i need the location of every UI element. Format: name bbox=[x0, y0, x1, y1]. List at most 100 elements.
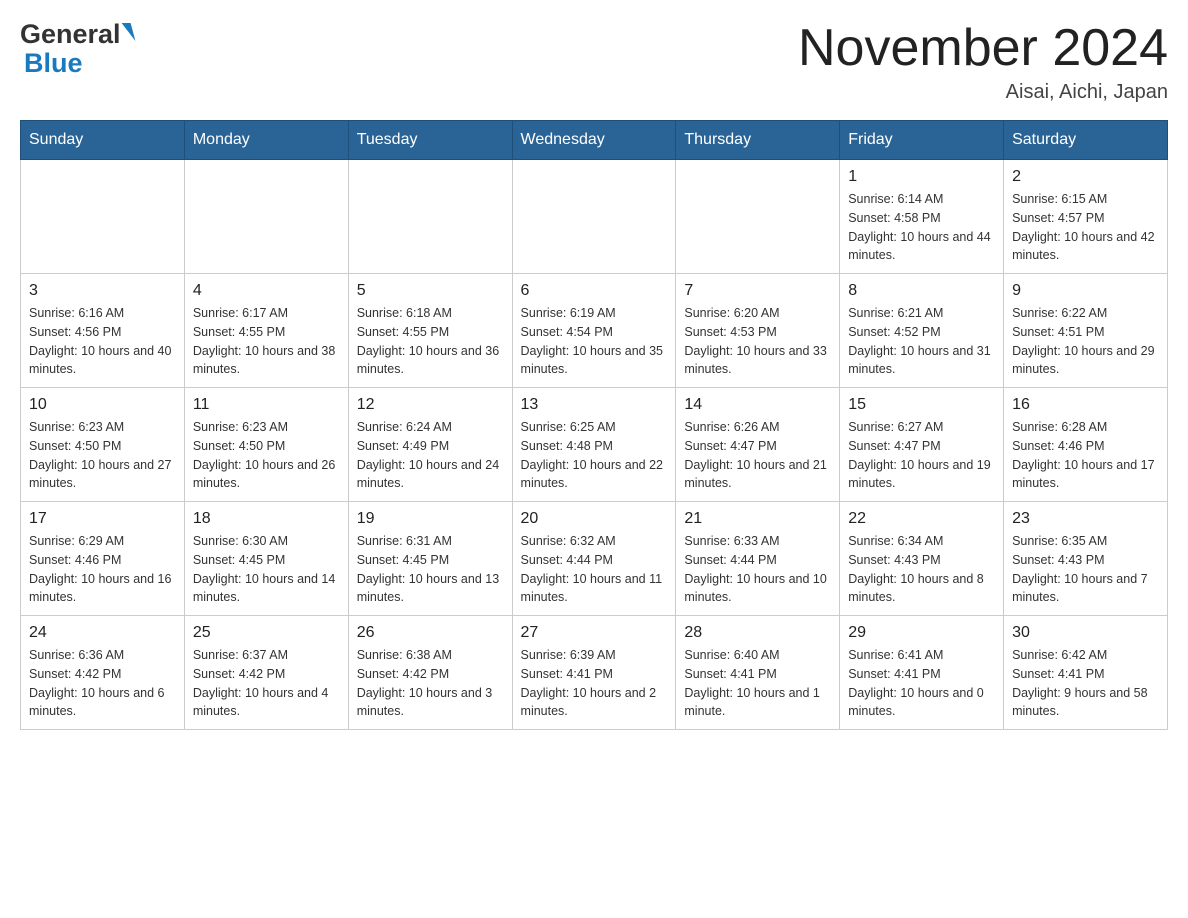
day-number: 23 bbox=[1012, 510, 1159, 528]
day-number: 27 bbox=[521, 624, 668, 642]
calendar-day-cell: 14Sunrise: 6:26 AMSunset: 4:47 PMDayligh… bbox=[676, 388, 840, 502]
calendar-day-cell: 8 Sunrise: 6:21 AMSunset: 4:52 PMDaylight… bbox=[840, 274, 1004, 388]
day-info: Sunrise: 6:17 AMSunset: 4:55 PMDaylight:… bbox=[193, 304, 340, 379]
day-info: Sunrise: 6:37 AMSunset: 4:42 PMDaylight:… bbox=[193, 646, 340, 721]
calendar-day-cell: 27 Sunrise: 6:39 AMSunset: 4:41 PMDayligh… bbox=[512, 616, 676, 730]
day-number: 29 bbox=[848, 624, 995, 642]
weekday-header-monday: Monday bbox=[184, 121, 348, 160]
day-number: 16 bbox=[1012, 396, 1159, 414]
calendar-day-cell: 9Sunrise: 6:22 AMSunset: 4:51 PMDaylight… bbox=[1004, 274, 1168, 388]
calendar-table: SundayMondayTuesdayWednesdayThursdayFrid… bbox=[20, 120, 1168, 730]
calendar-day-cell: 28 Sunrise: 6:40 AMSunset: 4:41 PMDayligh… bbox=[676, 616, 840, 730]
calendar-week-row: 1Sunrise: 6:14 AMSunset: 4:58 PMDaylight… bbox=[21, 160, 1168, 274]
day-number: 9 bbox=[1012, 282, 1159, 300]
calendar-day-cell: 20 Sunrise: 6:32 AMSunset: 4:44 PMDayligh… bbox=[512, 502, 676, 616]
day-info: Sunrise: 6:40 AMSunset: 4:41 PMDaylight:… bbox=[684, 646, 831, 721]
calendar-day-cell: 11Sunrise: 6:23 AMSunset: 4:50 PMDayligh… bbox=[184, 388, 348, 502]
day-number: 17 bbox=[29, 510, 176, 528]
day-info: Sunrise: 6:31 AMSunset: 4:45 PMDaylight:… bbox=[357, 532, 504, 607]
weekday-header-thursday: Thursday bbox=[676, 121, 840, 160]
calendar-week-row: 24 Sunrise: 6:36 AMSunset: 4:42 PMDayligh… bbox=[21, 616, 1168, 730]
calendar-day-cell: 30 Sunrise: 6:42 AMSunset: 4:41 PMDayligh… bbox=[1004, 616, 1168, 730]
title-area: November 2024 Aisai, Aichi, Japan bbox=[798, 20, 1168, 104]
day-number: 3 bbox=[29, 282, 176, 300]
day-number: 28 bbox=[684, 624, 831, 642]
day-number: 2 bbox=[1012, 168, 1159, 186]
day-number: 22 bbox=[848, 510, 995, 528]
day-number: 25 bbox=[193, 624, 340, 642]
page-header: General Blue November 2024 Aisai, Aichi,… bbox=[20, 20, 1168, 104]
logo-blue-text: Blue bbox=[20, 50, 133, 77]
day-info: Sunrise: 6:21 AMSunset: 4:52 PMDaylight:… bbox=[848, 304, 995, 379]
calendar-day-cell: 6Sunrise: 6:19 AMSunset: 4:54 PMDaylight… bbox=[512, 274, 676, 388]
day-number: 8 bbox=[848, 282, 995, 300]
day-info: Sunrise: 6:27 AMSunset: 4:47 PMDaylight:… bbox=[848, 418, 995, 493]
calendar-day-cell: 4Sunrise: 6:17 AMSunset: 4:55 PMDaylight… bbox=[184, 274, 348, 388]
calendar-day-cell: 1Sunrise: 6:14 AMSunset: 4:58 PMDaylight… bbox=[840, 160, 1004, 274]
calendar-day-cell: 7 Sunrise: 6:20 AMSunset: 4:53 PMDaylight… bbox=[676, 274, 840, 388]
calendar-day-cell: 26Sunrise: 6:38 AMSunset: 4:42 PMDayligh… bbox=[348, 616, 512, 730]
day-number: 12 bbox=[357, 396, 504, 414]
calendar-day-cell: 24 Sunrise: 6:36 AMSunset: 4:42 PMDayligh… bbox=[21, 616, 185, 730]
calendar-day-cell: 23Sunrise: 6:35 AMSunset: 4:43 PMDayligh… bbox=[1004, 502, 1168, 616]
day-info: Sunrise: 6:38 AMSunset: 4:42 PMDaylight:… bbox=[357, 646, 504, 721]
calendar-day-cell: 2 Sunrise: 6:15 AMSunset: 4:57 PMDaylight… bbox=[1004, 160, 1168, 274]
day-info: Sunrise: 6:23 AMSunset: 4:50 PMDaylight:… bbox=[193, 418, 340, 493]
calendar-day-cell: 5 Sunrise: 6:18 AMSunset: 4:55 PMDaylight… bbox=[348, 274, 512, 388]
calendar-header-row: SundayMondayTuesdayWednesdayThursdayFrid… bbox=[21, 121, 1168, 160]
day-number: 5 bbox=[357, 282, 504, 300]
day-info: Sunrise: 6:26 AMSunset: 4:47 PMDaylight:… bbox=[684, 418, 831, 493]
day-number: 20 bbox=[521, 510, 668, 528]
day-info: Sunrise: 6:18 AMSunset: 4:55 PMDaylight:… bbox=[357, 304, 504, 379]
day-info: Sunrise: 6:23 AMSunset: 4:50 PMDaylight:… bbox=[29, 418, 176, 493]
calendar-week-row: 10 Sunrise: 6:23 AMSunset: 4:50 PMDayligh… bbox=[21, 388, 1168, 502]
month-title: November 2024 bbox=[798, 20, 1168, 77]
calendar-day-cell bbox=[348, 160, 512, 274]
calendar-day-cell bbox=[676, 160, 840, 274]
weekday-header-tuesday: Tuesday bbox=[348, 121, 512, 160]
logo: General Blue bbox=[20, 20, 133, 77]
day-info: Sunrise: 6:25 AMSunset: 4:48 PMDaylight:… bbox=[521, 418, 668, 493]
day-info: Sunrise: 6:32 AMSunset: 4:44 PMDaylight:… bbox=[521, 532, 668, 607]
day-info: Sunrise: 6:36 AMSunset: 4:42 PMDaylight:… bbox=[29, 646, 176, 721]
day-info: Sunrise: 6:39 AMSunset: 4:41 PMDaylight:… bbox=[521, 646, 668, 721]
calendar-day-cell: 29 Sunrise: 6:41 AMSunset: 4:41 PMDayligh… bbox=[840, 616, 1004, 730]
calendar-day-cell: 18Sunrise: 6:30 AMSunset: 4:45 PMDayligh… bbox=[184, 502, 348, 616]
weekday-header-saturday: Saturday bbox=[1004, 121, 1168, 160]
day-info: Sunrise: 6:28 AMSunset: 4:46 PMDaylight:… bbox=[1012, 418, 1159, 493]
weekday-header-wednesday: Wednesday bbox=[512, 121, 676, 160]
day-info: Sunrise: 6:33 AMSunset: 4:44 PMDaylight:… bbox=[684, 532, 831, 607]
calendar-day-cell bbox=[21, 160, 185, 274]
calendar-day-cell: 13 Sunrise: 6:25 AMSunset: 4:48 PMDayligh… bbox=[512, 388, 676, 502]
calendar-week-row: 3 Sunrise: 6:16 AMSunset: 4:56 PMDaylight… bbox=[21, 274, 1168, 388]
day-info: Sunrise: 6:14 AMSunset: 4:58 PMDaylight:… bbox=[848, 190, 995, 265]
calendar-day-cell: 19Sunrise: 6:31 AMSunset: 4:45 PMDayligh… bbox=[348, 502, 512, 616]
day-info: Sunrise: 6:34 AMSunset: 4:43 PMDaylight:… bbox=[848, 532, 995, 607]
calendar-day-cell: 12Sunrise: 6:24 AMSunset: 4:49 PMDayligh… bbox=[348, 388, 512, 502]
calendar-day-cell: 3 Sunrise: 6:16 AMSunset: 4:56 PMDaylight… bbox=[21, 274, 185, 388]
location-text: Aisai, Aichi, Japan bbox=[798, 81, 1168, 104]
day-number: 10 bbox=[29, 396, 176, 414]
day-info: Sunrise: 6:20 AMSunset: 4:53 PMDaylight:… bbox=[684, 304, 831, 379]
logo-general-text: General bbox=[20, 19, 121, 49]
day-number: 30 bbox=[1012, 624, 1159, 642]
day-number: 6 bbox=[521, 282, 668, 300]
weekday-header-friday: Friday bbox=[840, 121, 1004, 160]
day-number: 24 bbox=[29, 624, 176, 642]
day-number: 13 bbox=[521, 396, 668, 414]
day-number: 7 bbox=[684, 282, 831, 300]
day-info: Sunrise: 6:16 AMSunset: 4:56 PMDaylight:… bbox=[29, 304, 176, 379]
day-info: Sunrise: 6:41 AMSunset: 4:41 PMDaylight:… bbox=[848, 646, 995, 721]
day-info: Sunrise: 6:15 AMSunset: 4:57 PMDaylight:… bbox=[1012, 190, 1159, 265]
calendar-day-cell: 10 Sunrise: 6:23 AMSunset: 4:50 PMDayligh… bbox=[21, 388, 185, 502]
calendar-day-cell bbox=[184, 160, 348, 274]
day-number: 18 bbox=[193, 510, 340, 528]
calendar-day-cell: 21 Sunrise: 6:33 AMSunset: 4:44 PMDayligh… bbox=[676, 502, 840, 616]
calendar-day-cell: 22 Sunrise: 6:34 AMSunset: 4:43 PMDayligh… bbox=[840, 502, 1004, 616]
day-number: 15 bbox=[848, 396, 995, 414]
day-info: Sunrise: 6:42 AMSunset: 4:41 PMDaylight:… bbox=[1012, 646, 1159, 721]
calendar-day-cell: 15 Sunrise: 6:27 AMSunset: 4:47 PMDayligh… bbox=[840, 388, 1004, 502]
day-info: Sunrise: 6:29 AMSunset: 4:46 PMDaylight:… bbox=[29, 532, 176, 607]
day-number: 21 bbox=[684, 510, 831, 528]
calendar-day-cell bbox=[512, 160, 676, 274]
